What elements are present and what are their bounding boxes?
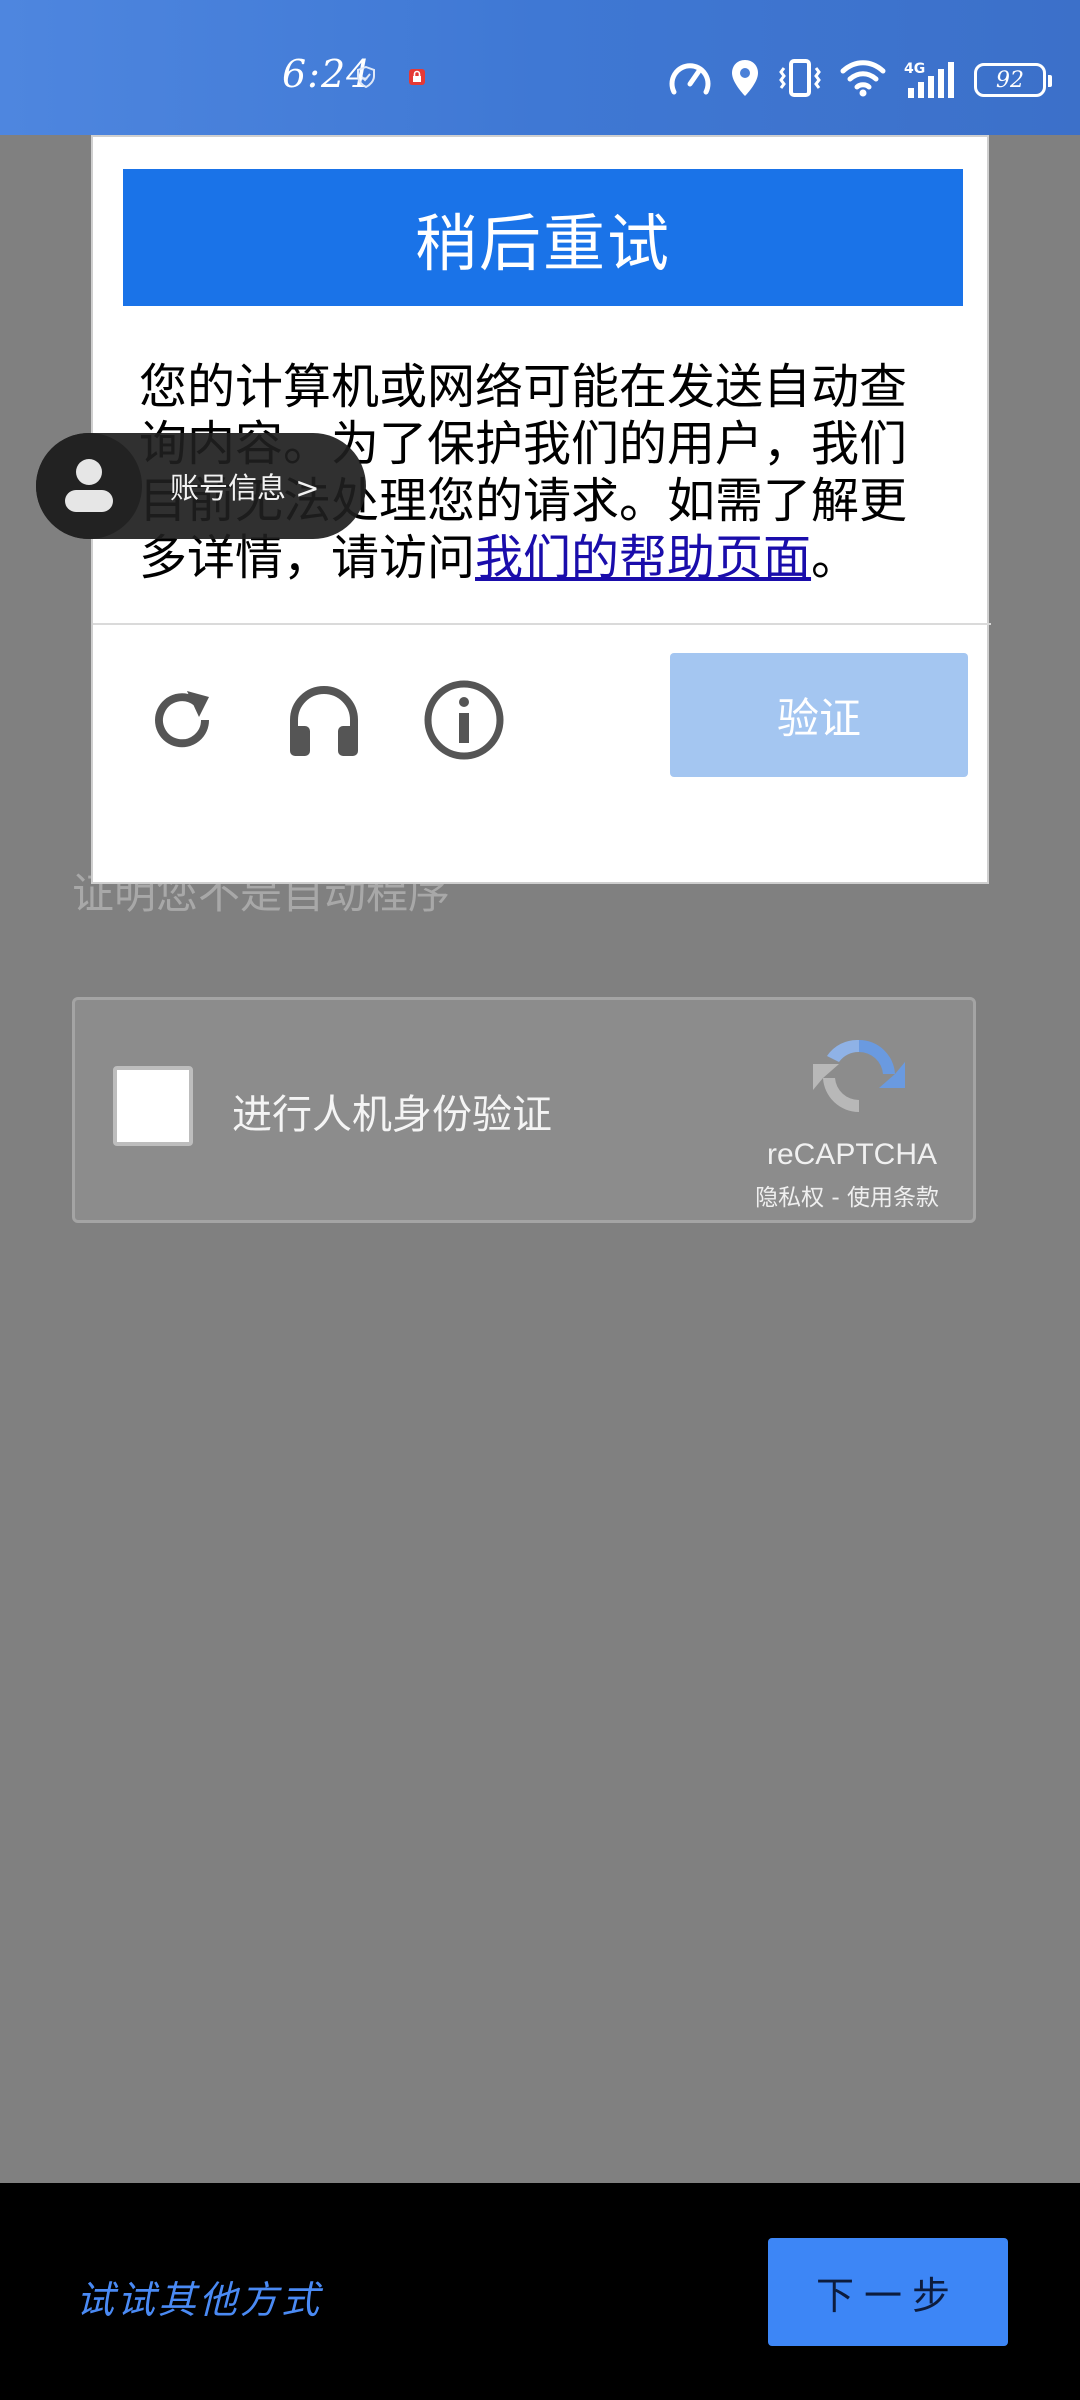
dialog-divider bbox=[93, 623, 991, 625]
info-icon bbox=[423, 679, 505, 765]
status-bar: 6:24 4G 92 bbox=[0, 0, 1080, 135]
avatar-icon bbox=[36, 433, 142, 539]
vibrate-icon bbox=[778, 58, 822, 102]
try-other-methods-link[interactable]: 试试其他方式 bbox=[76, 2269, 322, 2324]
next-step-button[interactable]: 下一步 bbox=[768, 2238, 1008, 2346]
recaptcha-logo-icon bbox=[813, 1030, 905, 1126]
help-page-link[interactable]: 我们的帮助页面 bbox=[475, 530, 811, 586]
bottom-bar: 试试其他方式 下一步 bbox=[0, 2183, 1080, 2400]
battery-icon: 92 bbox=[974, 63, 1052, 97]
signal-icon: 4G bbox=[904, 60, 956, 100]
shield-icon bbox=[356, 65, 376, 92]
recaptcha-terms-link[interactable]: 隐私权 - 使用条款 bbox=[755, 1178, 939, 1212]
recaptcha-checkbox-label: 进行人机身份验证 bbox=[232, 1092, 552, 1138]
recaptcha-widget: 进行人机身份验证 reCAPTCHA 隐私权 - 使用条款 bbox=[72, 997, 976, 1223]
lock-notification-icon bbox=[408, 68, 426, 90]
account-info-label: 账号信息 > bbox=[170, 471, 320, 505]
location-icon bbox=[730, 58, 760, 102]
speed-icon bbox=[668, 58, 712, 102]
recaptcha-brand: reCAPTCHA bbox=[766, 1138, 937, 1171]
account-info-bubble[interactable]: 账号信息 > bbox=[36, 433, 366, 539]
info-button[interactable] bbox=[419, 677, 509, 767]
reload-icon bbox=[147, 685, 217, 759]
network-type: 4G bbox=[904, 61, 925, 77]
recaptcha-checkbox[interactable] bbox=[113, 1066, 193, 1146]
verify-button[interactable]: 验证 bbox=[670, 653, 968, 777]
reload-button[interactable] bbox=[137, 677, 227, 767]
wifi-icon bbox=[840, 58, 886, 102]
battery-level: 92 bbox=[996, 67, 1024, 93]
status-icons: 4G 92 bbox=[668, 55, 1052, 105]
audio-headphones-icon bbox=[284, 680, 364, 764]
audio-challenge-button[interactable] bbox=[279, 677, 369, 767]
dialog-title: 稍后重试 bbox=[123, 169, 963, 306]
message-end: 。 bbox=[811, 530, 860, 586]
